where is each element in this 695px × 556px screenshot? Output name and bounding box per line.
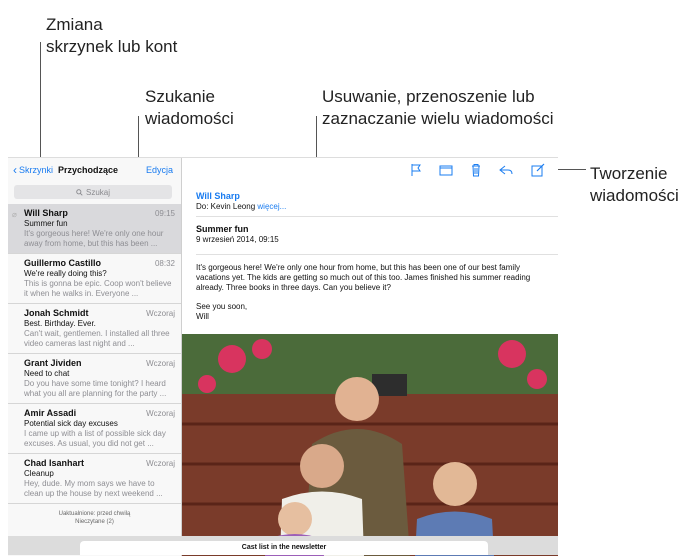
chevron-left-icon: ‹ [13,163,17,177]
attached-photo[interactable] [182,334,558,556]
search-placeholder: Szukaj [85,187,110,197]
leader-search [138,116,139,162]
message-subject: Summer fun [24,219,68,228]
status-updated: Uaktualnione: przed chwilą [58,511,131,517]
detail-toolbar [182,158,558,182]
list-nav-bar: ‹ Skrzynki Przychodzące Edycja [8,158,181,182]
callout-actions: Usuwanie, przenoszenie lub zaznaczanie w… [322,87,554,128]
message-preview: Hey, dude. My mom says we have to clean … [24,479,163,498]
message-list-pane: ‹ Skrzynki Przychodzące Edycja Szukaj ⌀ … [8,158,182,556]
message-preview: This is gonna be epic. Coop won't believ… [24,279,172,298]
message-detail-pane: Will Sharp Do: Kevin Leong więcej... Sum… [182,158,558,556]
detail-sender[interactable]: Will Sharp [196,191,240,201]
message-row[interactable]: Amir Assadi Wczoraj Potential sick day e… [8,404,181,454]
back-label: Skrzynki [19,165,54,175]
reply-icon[interactable] [498,162,514,178]
message-date: Wczoraj [146,459,175,468]
callout-mailboxes: Zmiana skrzynek lub kont [46,15,178,56]
callout-compose: Tworzenie wiadomości [590,164,679,205]
back-button[interactable]: ‹ Skrzynki [13,163,53,177]
message-body: It's gorgeous here! We're only one hour … [196,263,546,322]
message-sender: Will Sharp [24,208,68,218]
edit-button[interactable]: Edycja [146,165,173,175]
message-subject: Cleanup [24,469,54,478]
body-closing: See you soon, [196,302,248,311]
mailbox-title: Przychodzące [58,165,119,175]
message-row[interactable]: Jonah Schmidt Wczoraj Best. Birthday. Ev… [8,304,181,354]
compose-icon[interactable] [530,162,546,178]
divider [196,216,558,217]
message-preview: I came up with a list of possible sick d… [24,429,166,448]
message-row[interactable]: Guillermo Castillo 08:32 We're really do… [8,254,181,304]
detail-date: 9 wrzesień 2014, 09:15 [196,235,279,244]
leader-mailboxes [40,42,41,162]
message-date: 09:15 [154,209,175,218]
message-subject: Best. Birthday. Ever. [24,319,96,328]
flag-icon[interactable] [408,162,424,178]
more-link[interactable]: więcej... [257,202,286,211]
message-subject: Need to chat [24,369,70,378]
callout-search: Szukanie wiadomości [145,87,234,128]
detail-recipient: Do: Kevin Leong więcej... [196,202,286,211]
body-paragraph: It's gorgeous here! We're only one hour … [196,263,531,292]
detail-subject: Summer fun [196,224,249,234]
message-date: Wczoraj [146,309,175,318]
search-field[interactable]: Szukaj [14,185,172,199]
status-unread: Nieczytane (2) [75,519,114,525]
folder-icon[interactable] [438,162,454,178]
message-row[interactable]: Grant Jividen Wczoraj Need to chat Do yo… [8,354,181,404]
message-subject: We're really doing this? [24,269,107,278]
detail-to: Do: Kevin Leong [196,202,256,211]
message-date: 08:32 [154,259,175,268]
message-row[interactable]: Chad Isanhart Wczoraj Cleanup Hey, dude.… [8,454,181,504]
message-row[interactable]: ⌀ Will Sharp 09:15 Summer fun It's gorge… [8,204,181,254]
message-date: Wczoraj [146,409,175,418]
search-icon [76,188,83,196]
message-date: Wczoraj [146,359,175,368]
message-preview: It's gorgeous here! We're only one hour … [24,229,164,248]
message-sender: Guillermo Castillo [24,258,102,268]
ipad-mail-app: ‹ Skrzynki Przychodzące Edycja Szukaj ⌀ … [8,157,558,556]
message-preview: Can't wait, gentlemen. I installed all t… [24,329,170,348]
message-list: ⌀ Will Sharp 09:15 Summer fun It's gorge… [8,204,181,504]
attachment-icon: ⌀ [12,210,17,219]
divider [196,254,558,255]
body-signature: Will [196,312,209,321]
message-subject: Potential sick day excuses [24,419,118,428]
message-preview: Do you have some time tonight? I heard w… [24,379,167,398]
trash-icon[interactable] [468,162,484,178]
mailbox-status: Uaktualnione: przed chwilą Nieczytane (2… [8,510,181,526]
draft-sheet-title[interactable]: Cast list in the newsletter [80,541,488,555]
